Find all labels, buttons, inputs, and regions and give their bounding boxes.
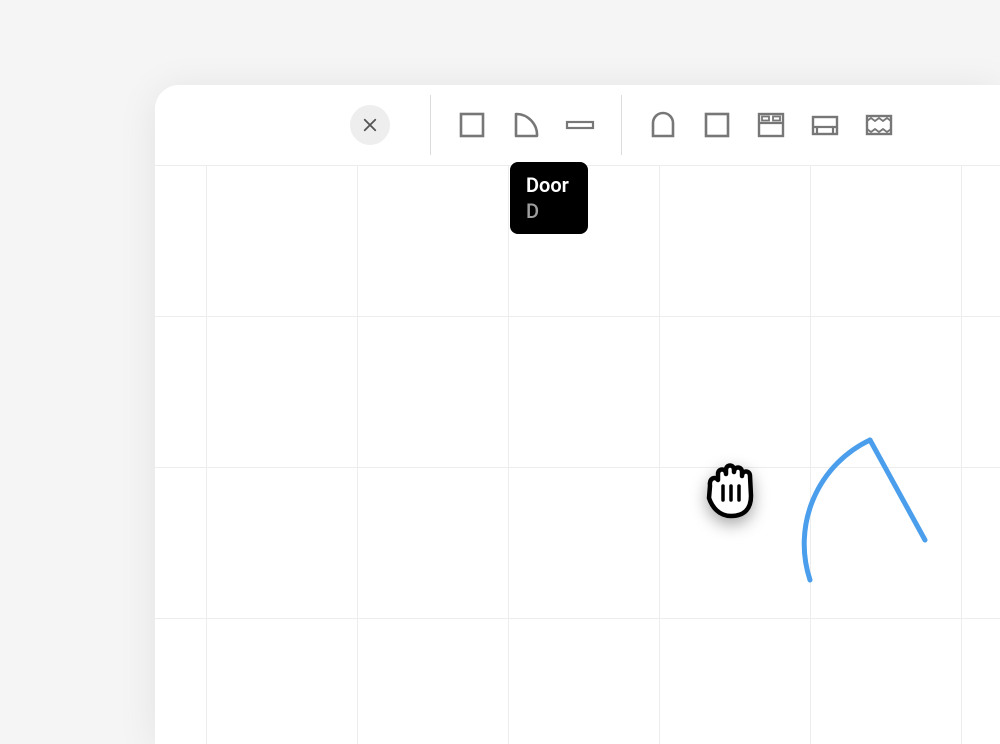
canvas[interactable] — [155, 165, 1000, 744]
close-icon — [361, 116, 379, 134]
room-tool-button[interactable] — [449, 102, 495, 148]
bed-tool-button[interactable] — [748, 102, 794, 148]
door-icon — [510, 109, 542, 141]
toolbar-divider — [621, 95, 622, 155]
tooltip-title: Door — [526, 172, 572, 198]
arch-tool-button[interactable] — [640, 102, 686, 148]
rug-tool-button[interactable] — [856, 102, 902, 148]
tooltip-shortcut: D — [526, 198, 572, 224]
window-tool-button[interactable] — [557, 102, 603, 148]
square-tool-button[interactable] — [694, 102, 740, 148]
sofa-icon — [809, 109, 841, 141]
sofa-tool-button[interactable] — [802, 102, 848, 148]
window-icon — [564, 109, 596, 141]
bed-icon — [755, 109, 787, 141]
placed-door-object[interactable] — [775, 430, 935, 590]
rug-icon — [863, 109, 895, 141]
square-icon — [701, 109, 733, 141]
room-icon — [456, 109, 488, 141]
door-tool-button[interactable] — [503, 102, 549, 148]
close-button[interactable] — [350, 105, 390, 145]
grab-cursor-icon — [695, 450, 773, 528]
toolbar-divider — [430, 95, 431, 155]
arch-icon — [647, 109, 679, 141]
toolbar — [155, 85, 1000, 165]
tooltip: Door D — [510, 162, 588, 234]
